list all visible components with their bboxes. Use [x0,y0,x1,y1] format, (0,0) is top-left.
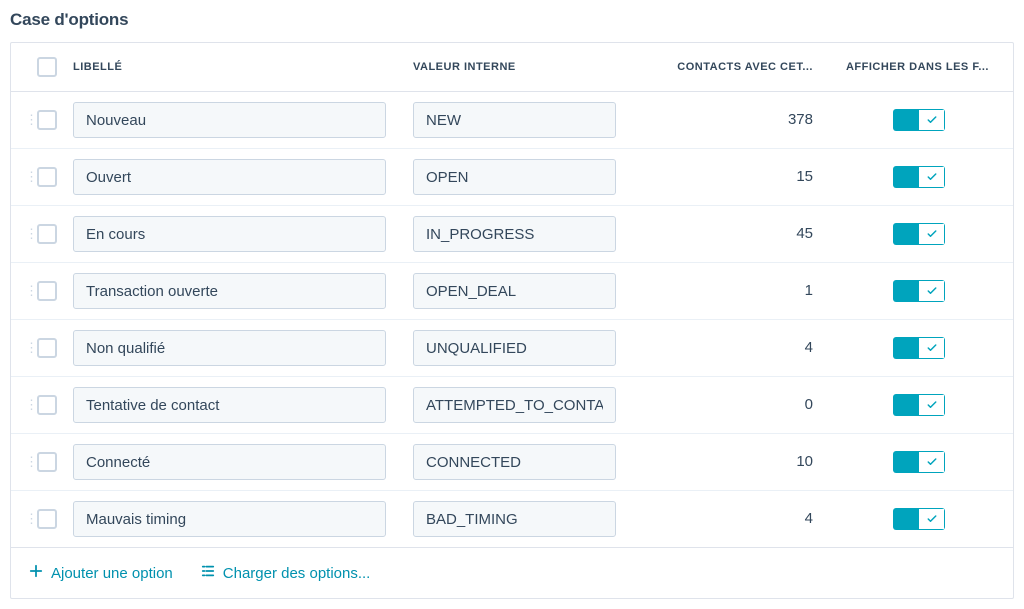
visibility-toggle[interactable] [893,109,945,131]
label-input[interactable] [73,501,386,537]
column-header-visible: AFFICHER DANS LES F... [843,61,999,73]
add-option-button[interactable]: Ajouter une option [29,564,173,582]
contacts-count: 0 [805,396,813,413]
load-options-label: Charger des options... [223,565,371,582]
visibility-toggle[interactable] [893,280,945,302]
add-option-label: Ajouter une option [51,565,173,582]
internal-value-input[interactable] [413,102,616,138]
table-header: LIBELLÉ VALEUR INTERNE CONTACTS AVEC CET… [11,43,1013,92]
list-icon [201,564,215,582]
table-footer: Ajouter une option Charger des options..… [11,548,1013,598]
row-checkbox[interactable] [37,167,57,187]
internal-value-input[interactable] [413,501,616,537]
table-row: 4 [11,491,1013,548]
internal-value-input[interactable] [413,387,616,423]
select-all-checkbox[interactable] [37,57,57,77]
table-row: 45 [11,206,1013,263]
row-checkbox[interactable] [37,509,57,529]
contacts-count: 15 [796,168,813,185]
visibility-toggle[interactable] [893,451,945,473]
check-icon [919,337,945,359]
internal-value-input[interactable] [413,273,616,309]
contacts-count: 1 [805,282,813,299]
visibility-toggle[interactable] [893,337,945,359]
column-header-contacts: CONTACTS AVEC CET... [673,61,843,73]
table-row: 1 [11,263,1013,320]
plus-icon [29,564,43,582]
drag-handle-icon[interactable] [25,288,37,294]
drag-handle-icon[interactable] [25,345,37,351]
check-icon [919,109,945,131]
load-options-button[interactable]: Charger des options... [201,564,371,582]
internal-value-input[interactable] [413,330,616,366]
contacts-count: 4 [805,510,813,527]
contacts-count: 45 [796,225,813,242]
visibility-toggle[interactable] [893,394,945,416]
table-row: 4 [11,320,1013,377]
drag-handle-icon[interactable] [25,174,37,180]
label-input[interactable] [73,444,386,480]
label-input[interactable] [73,102,386,138]
drag-handle-icon[interactable] [25,117,37,123]
label-input[interactable] [73,216,386,252]
table-row: 378 [11,92,1013,149]
label-input[interactable] [73,387,386,423]
row-checkbox[interactable] [37,452,57,472]
drag-handle-icon[interactable] [25,402,37,408]
label-input[interactable] [73,159,386,195]
column-header-label: LIBELLÉ [73,61,413,73]
check-icon [919,280,945,302]
section-title: Case d'options [10,10,1014,30]
contacts-count: 4 [805,339,813,356]
contacts-count: 10 [796,453,813,470]
check-icon [919,223,945,245]
drag-handle-icon[interactable] [25,459,37,465]
options-table: LIBELLÉ VALEUR INTERNE CONTACTS AVEC CET… [10,42,1014,599]
row-checkbox[interactable] [37,338,57,358]
visibility-toggle[interactable] [893,508,945,530]
check-icon [919,451,945,473]
internal-value-input[interactable] [413,444,616,480]
row-checkbox[interactable] [37,110,57,130]
table-row: 10 [11,434,1013,491]
column-header-internal: VALEUR INTERNE [413,61,673,73]
check-icon [919,508,945,530]
check-icon [919,394,945,416]
drag-handle-icon[interactable] [25,231,37,237]
label-input[interactable] [73,273,386,309]
label-input[interactable] [73,330,386,366]
internal-value-input[interactable] [413,159,616,195]
row-checkbox[interactable] [37,395,57,415]
visibility-toggle[interactable] [893,223,945,245]
check-icon [919,166,945,188]
row-checkbox[interactable] [37,224,57,244]
drag-handle-icon[interactable] [25,516,37,522]
visibility-toggle[interactable] [893,166,945,188]
row-checkbox[interactable] [37,281,57,301]
table-row: 15 [11,149,1013,206]
contacts-count: 378 [788,111,813,128]
internal-value-input[interactable] [413,216,616,252]
table-row: 0 [11,377,1013,434]
